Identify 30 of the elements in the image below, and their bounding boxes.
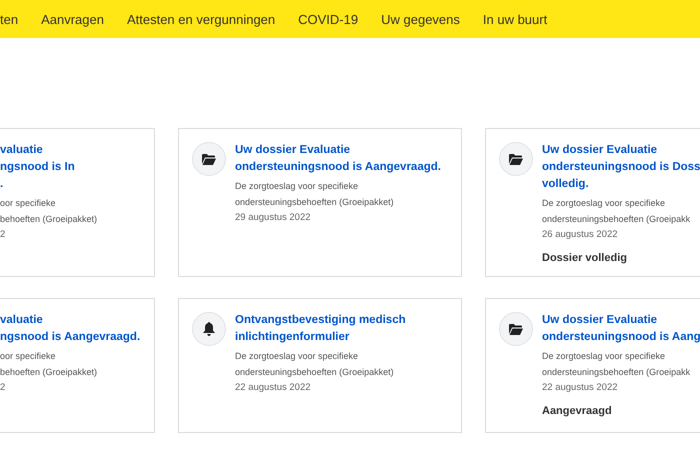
card-description: De zorgtoeslag voor specifieke ondersteuningsbehoeften (Groeipakket) [235,180,394,209]
card-title-link[interactable]: valuatie ngsnood is In . [0,142,75,193]
card-title-link[interactable]: Uw dossier Evaluatie ondersteuningsnood is Aang [542,312,700,346]
card-status: Dossier volledig [542,252,627,264]
nav-link[interactable]: COVID-19 [298,12,358,26]
bell-icon [203,322,215,336]
card-description: oor specifieke behoeften (Groeipakket) [0,197,98,226]
nav-link[interactable]: Attesten en vergunningen [126,12,276,26]
folder-icon [202,154,216,164]
nav-link[interactable]: In uw buurt [482,12,548,26]
card-date: 22 augustus 2022 [542,381,618,395]
card-title-link[interactable]: Ontvangstbevestiging medisch inlichtingenformulier [235,312,406,346]
card-date: 29 augustus 2022 [235,211,311,225]
card-date: 22 augustus 2022 [235,381,311,395]
card-date: 26 augustus 2022 [542,228,618,242]
nav-link[interactable]: Uw gegevens [381,12,460,26]
nav-link[interactable]: ten [0,12,18,26]
card-description: De zorgtoeslag voor specifieke ondersteuningsbehoeften (Groeipakk [542,197,690,226]
card-description: oor specifieke behoeften (Groeipakket) [0,350,98,379]
card-description: De zorgtoeslag voor specifieke ondersteuningsbehoeften (Groeipakk [542,350,690,379]
card-title-link[interactable]: Uw dossier Evaluatie ondersteuningsnood is Doss volledig. [542,142,700,193]
folder-icon [509,324,523,334]
card-title-link[interactable]: Uw dossier Evaluatie ondersteuningsnood is Aangevraagd. [235,142,441,176]
nav-link[interactable]: Aanvragen [41,12,104,26]
card-title-link[interactable]: valuatie ngsnood is Aangevraagd. [0,312,140,346]
folder-icon [509,154,523,164]
card-status: Aangevraagd [542,405,612,417]
card-description: De zorgtoeslag voor specifieke ondersteuningsbehoeften (Groeipakket) [235,350,394,379]
card-date: 2 [0,381,6,395]
card-date: 2 [0,228,6,242]
